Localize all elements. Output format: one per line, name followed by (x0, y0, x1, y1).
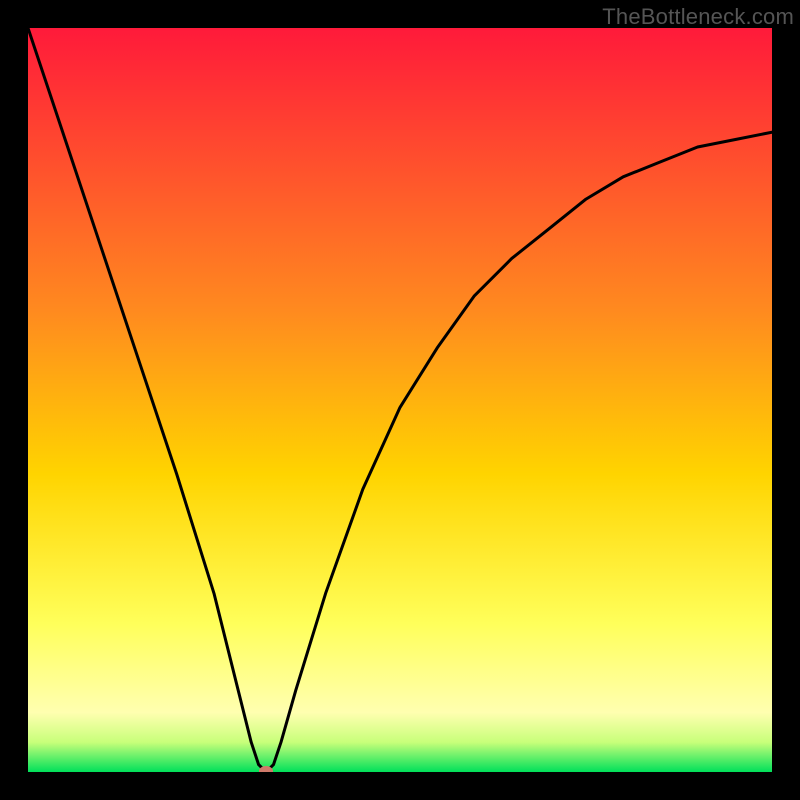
optimal-point-marker (259, 766, 273, 772)
plot-area (28, 28, 772, 772)
bottleneck-curve (28, 28, 772, 772)
chart-frame: TheBottleneck.com (0, 0, 800, 800)
watermark-text: TheBottleneck.com (602, 4, 794, 30)
